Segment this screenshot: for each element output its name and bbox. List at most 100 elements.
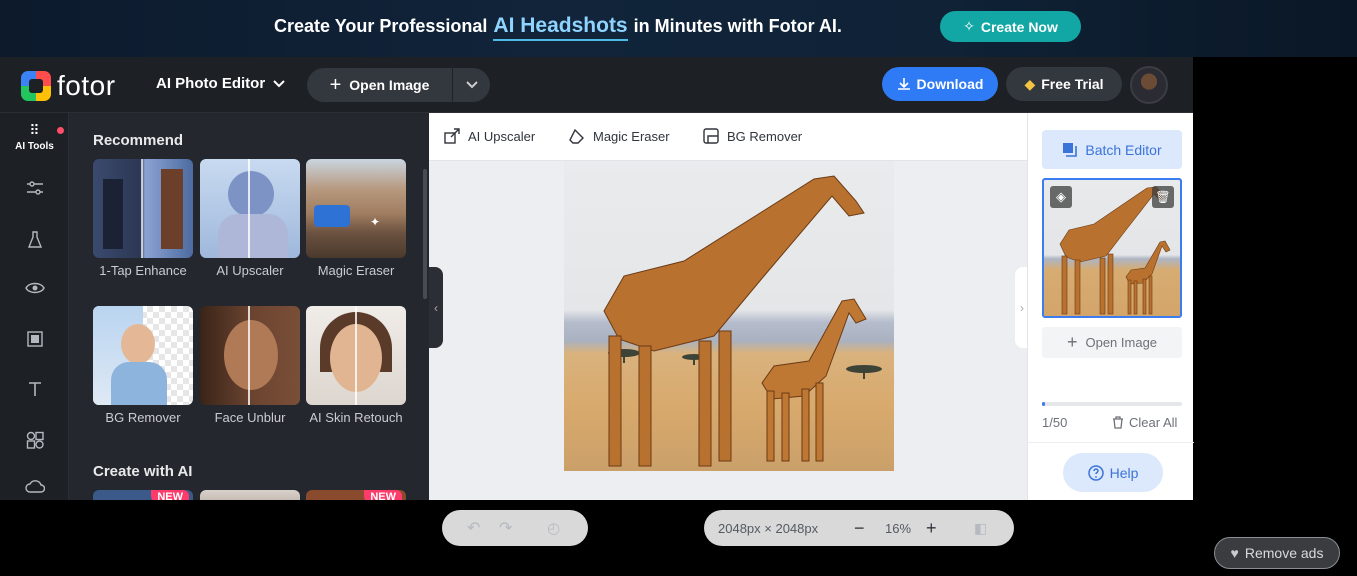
tool-thumbnail: NEW bbox=[93, 490, 193, 500]
rail-ai-tools[interactable]: ⠿ AI Tools bbox=[0, 123, 69, 152]
tool-ai-skin-retouch[interactable]: AI Skin Retouch bbox=[306, 306, 406, 427]
plus-icon: + bbox=[1066, 332, 1078, 352]
promo-banner: Create Your Professional AI Headshots in… bbox=[0, 0, 1357, 57]
banner-text-after: in Minutes with Fotor AI. bbox=[633, 16, 842, 36]
create-with-ai-title: Create with AI bbox=[93, 463, 193, 480]
open-image-group: + Open Image bbox=[307, 68, 490, 102]
tool-thumbnail bbox=[93, 159, 193, 258]
zoom-controls: 2048px × 2048px − 16% + ◧ bbox=[704, 510, 1014, 546]
tool-magic-eraser[interactable]: ✦ Magic Eraser bbox=[306, 159, 406, 280]
editor-select-dropdown[interactable]: AI Photo Editor bbox=[156, 75, 285, 92]
notification-dot bbox=[57, 127, 64, 134]
user-avatar[interactable] bbox=[1130, 66, 1168, 104]
compare-icon[interactable]: ◧ bbox=[974, 520, 987, 537]
logo-text: fotor bbox=[57, 70, 116, 101]
create-tool-2[interactable] bbox=[200, 490, 300, 500]
magic-eraser-label: Magic Eraser bbox=[593, 128, 670, 144]
history-icon[interactable]: ◴ bbox=[547, 519, 560, 537]
plus-icon: + bbox=[329, 73, 342, 96]
rail-beauty[interactable] bbox=[0, 231, 69, 249]
rail-text[interactable] bbox=[0, 381, 69, 397]
open-image-button[interactable]: + Open Image bbox=[307, 68, 453, 102]
remove-ads-button[interactable]: ♥ Remove ads bbox=[1214, 537, 1340, 569]
chevron-left-icon: ‹ bbox=[434, 300, 438, 315]
create-tool-3[interactable]: NEW bbox=[306, 490, 406, 500]
eraser-icon bbox=[569, 128, 584, 144]
beauty-icon bbox=[27, 231, 42, 248]
bg-remover-label: BG Remover bbox=[727, 128, 803, 144]
banner-text-before: Create Your Professional bbox=[274, 16, 488, 36]
rail-elements[interactable] bbox=[0, 431, 69, 449]
tool-bg-remover[interactable]: BG Remover bbox=[93, 306, 193, 427]
create-now-button[interactable]: ✧ Create Now bbox=[940, 11, 1081, 42]
tool-label: AI Upscaler bbox=[216, 263, 284, 278]
rail-cloud[interactable] bbox=[0, 479, 69, 493]
download-button[interactable]: Download bbox=[882, 67, 998, 101]
tool-label: Magic Eraser bbox=[317, 263, 395, 278]
rail-eye[interactable] bbox=[0, 281, 69, 295]
frame-icon bbox=[26, 331, 43, 347]
open-image-label: Open Image bbox=[349, 77, 430, 93]
batch-panel: Batch Editor ◈ 🗑 + Open Image 1/50 Clear… bbox=[1027, 113, 1194, 500]
clear-all-button[interactable]: Clear All bbox=[1112, 415, 1177, 430]
right-open-image-button[interactable]: + Open Image bbox=[1042, 327, 1182, 358]
eye-icon bbox=[24, 282, 45, 294]
rail-adjust[interactable] bbox=[0, 181, 69, 195]
collapse-panel-button[interactable]: ‹ bbox=[429, 267, 443, 348]
tool-ai-upscaler[interactable]: AI Upscaler bbox=[200, 159, 300, 280]
undo-icon[interactable]: ↶ bbox=[467, 518, 480, 538]
heart-icon: ♥ bbox=[1230, 545, 1239, 561]
magic-eraser-button[interactable]: Magic Eraser bbox=[569, 128, 670, 144]
batch-editor-label: Batch Editor bbox=[1085, 141, 1162, 158]
rail-frame[interactable] bbox=[0, 331, 69, 347]
tool-label: 1-Tap Enhance bbox=[99, 263, 187, 278]
banner-highlight: AI Headshots bbox=[493, 14, 628, 41]
new-badge: NEW bbox=[151, 490, 189, 500]
batch-progress-bar bbox=[1042, 402, 1182, 406]
left-rail: ⠿ AI Tools bbox=[0, 113, 69, 500]
cloud-icon bbox=[24, 480, 45, 493]
ai-upscaler-label: AI Upscaler bbox=[468, 128, 536, 144]
free-trial-label: Free Trial bbox=[1041, 76, 1104, 92]
tool-thumbnail: ✦ bbox=[306, 159, 406, 258]
diamond-icon: ◆ bbox=[1024, 75, 1036, 92]
zoom-out-button[interactable]: − bbox=[854, 518, 865, 539]
panel-scrollbar[interactable] bbox=[423, 169, 427, 299]
history-controls: ↶ ↷ ◴ bbox=[442, 510, 588, 546]
open-image-dropdown[interactable] bbox=[453, 68, 490, 102]
layers-icon[interactable]: ◈ bbox=[1050, 186, 1072, 208]
help-label: Help bbox=[1109, 464, 1139, 481]
adjust-icon bbox=[26, 181, 43, 195]
grid-icon: ⠿ bbox=[29, 122, 40, 138]
fotor-logo[interactable]: fotor bbox=[21, 70, 116, 102]
magic-wand-icon: ✧ bbox=[963, 18, 975, 34]
help-button[interactable]: Help bbox=[1063, 453, 1163, 492]
batch-editor-button[interactable]: Batch Editor bbox=[1042, 130, 1182, 169]
redo-icon[interactable]: ↷ bbox=[499, 518, 512, 538]
delete-icon[interactable]: 🗑 bbox=[1152, 186, 1174, 208]
remove-ads-label: Remove ads bbox=[1244, 545, 1324, 561]
bg-remover-button[interactable]: BG Remover bbox=[703, 128, 802, 144]
clear-all-label: Clear All bbox=[1129, 415, 1178, 430]
zoom-level[interactable]: 16% bbox=[885, 521, 911, 536]
chevron-right-icon: › bbox=[1020, 300, 1024, 315]
image-preview-thumbnail[interactable]: ◈ 🗑 bbox=[1042, 178, 1182, 318]
chevron-down-icon bbox=[465, 81, 478, 89]
canvas-toolbar: AI Upscaler Magic Eraser BG Remover bbox=[429, 113, 1027, 161]
free-trial-button[interactable]: ◆ Free Trial bbox=[1006, 67, 1122, 101]
tool-thumbnail bbox=[93, 306, 193, 405]
batch-progress-fill bbox=[1042, 402, 1045, 406]
zoom-in-button[interactable]: + bbox=[926, 518, 937, 539]
create-tool-1[interactable]: NEW bbox=[93, 490, 193, 500]
tool-1-tap-enhance[interactable]: 1-Tap Enhance bbox=[93, 159, 193, 280]
tool-label: Face Unblur bbox=[214, 410, 286, 425]
canvas-area: AI Upscaler Magic Eraser BG Remover ↶ ↷ … bbox=[429, 113, 1027, 546]
recommend-title: Recommend bbox=[93, 132, 184, 149]
tool-label: BG Remover bbox=[105, 410, 181, 425]
canvas-photo[interactable] bbox=[564, 161, 894, 471]
tool-face-unblur[interactable]: Face Unblur bbox=[200, 306, 300, 427]
text-icon bbox=[28, 382, 41, 396]
help-icon bbox=[1087, 464, 1104, 481]
ai-upscaler-button[interactable]: AI Upscaler bbox=[444, 128, 535, 144]
editor-app: fotor AI Photo Editor + Open Image Downl… bbox=[0, 57, 1194, 546]
